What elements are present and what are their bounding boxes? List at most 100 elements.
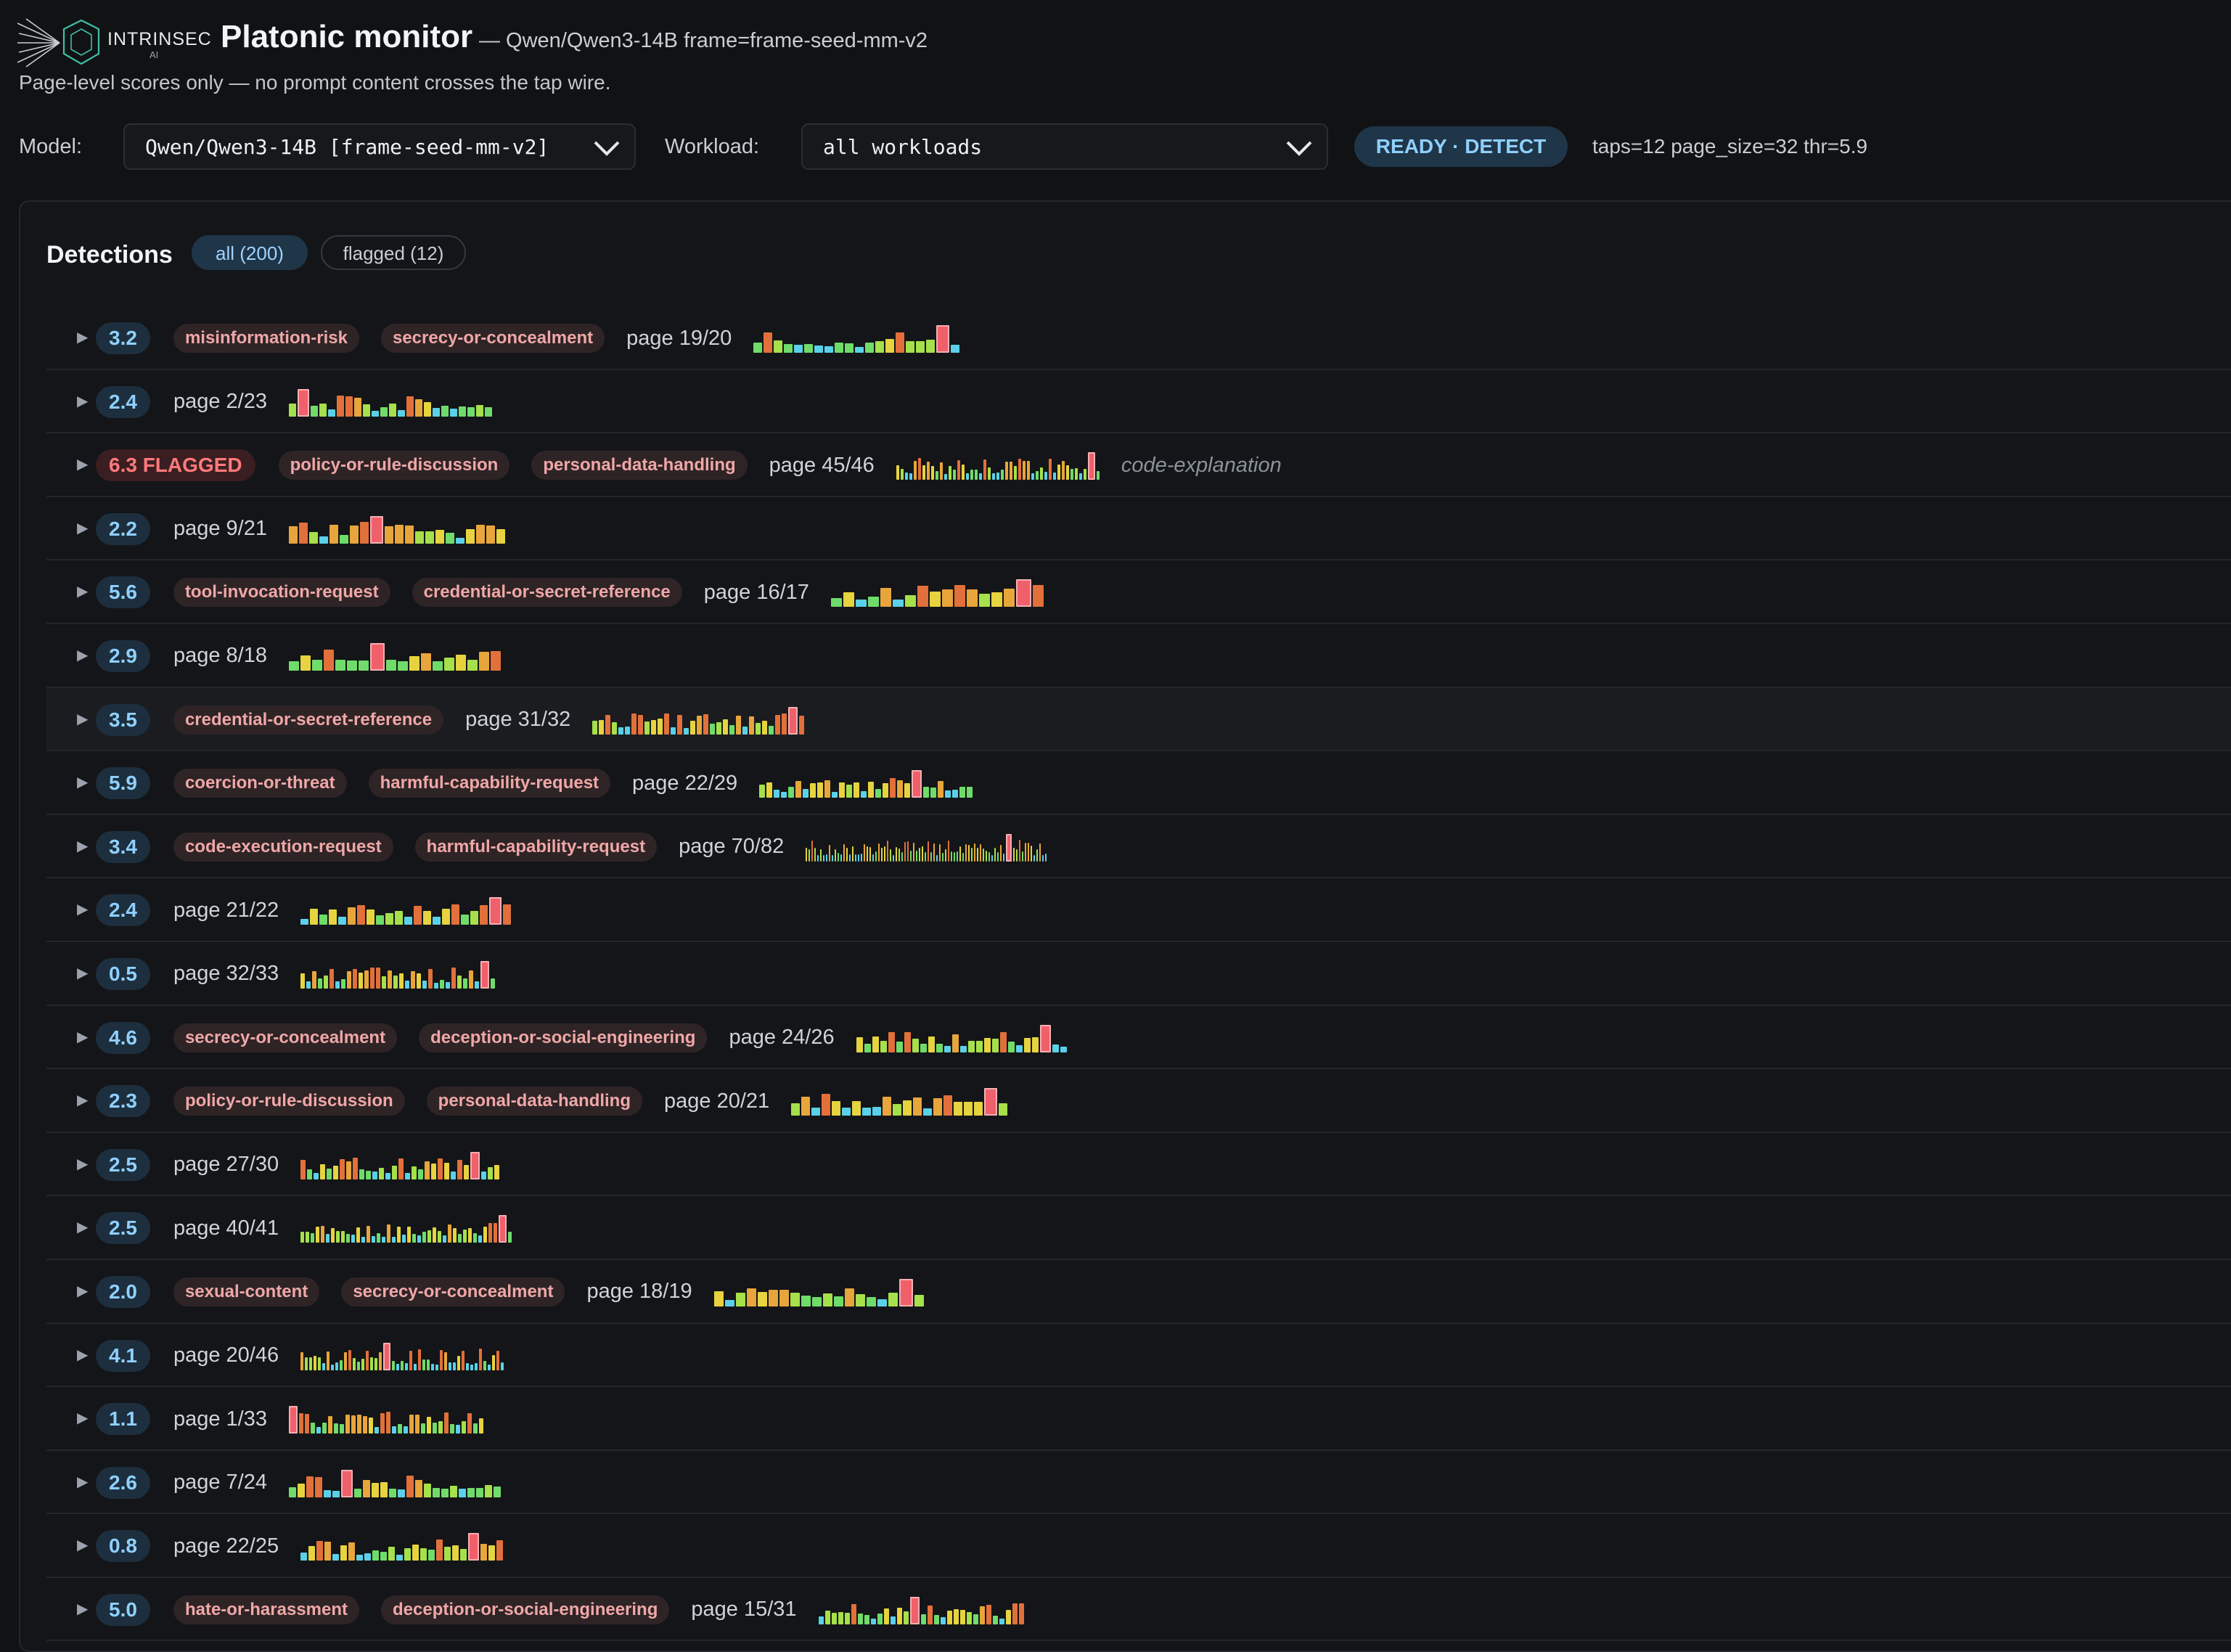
- sparkline-bar: [967, 787, 973, 798]
- filter-all-button[interactable]: all (200): [192, 235, 308, 270]
- sparkline-bar: [458, 406, 466, 417]
- detection-row[interactable]: ▶ 3.2 misinformation-risk secrecy-or-concea…: [46, 306, 2231, 370]
- score-badge: 1.1: [96, 1403, 150, 1436]
- sparkline-bar: [480, 960, 490, 989]
- expand-caret-icon[interactable]: ▶: [77, 1282, 88, 1299]
- detection-row[interactable]: ▶ 4.1 page 20/46: [46, 1324, 2231, 1388]
- sparkline-bar: [397, 409, 405, 417]
- sparkline-bar: [922, 465, 925, 481]
- detection-row[interactable]: ▶ 2.9 page 8/18: [46, 624, 2231, 688]
- detection-row[interactable]: ▶ 2.6 page 7/24: [46, 1451, 2231, 1515]
- expand-caret-icon[interactable]: ▶: [77, 1218, 88, 1235]
- detection-row[interactable]: ▶ 3.4 code-execution-request harmful-capabi…: [46, 815, 2231, 879]
- sparkline-bar: [1039, 1024, 1051, 1052]
- sparkline-bar: [1018, 459, 1021, 481]
- expand-caret-icon[interactable]: ▶: [77, 837, 88, 854]
- expand-caret-icon[interactable]: ▶: [77, 392, 88, 409]
- sparkline-bar: [453, 1228, 457, 1243]
- category-tag: personal-data-handling: [426, 1087, 643, 1116]
- expand-caret-icon[interactable]: ▶: [77, 1600, 88, 1617]
- sparkline-bar: [671, 727, 676, 735]
- sparkline-bar: [822, 1293, 832, 1307]
- detection-row[interactable]: ▶ 2.2 page 9/21: [46, 497, 2231, 561]
- detection-row[interactable]: ▶ 5.6 tool-invocation-request credential-or…: [46, 560, 2231, 624]
- detection-row[interactable]: ▶ 5.9 coercion-or-threat harmful-capability…: [46, 751, 2231, 815]
- sparkline-bar: [449, 1362, 452, 1370]
- sparkline-bar: [1031, 845, 1033, 862]
- category-tag: harmful-capability-request: [414, 832, 658, 862]
- expand-caret-icon[interactable]: ▶: [77, 1409, 88, 1426]
- detection-row[interactable]: ▶ 2.3 policy-or-rule-discussion personal-da…: [46, 1069, 2231, 1133]
- detection-row[interactable]: ▶ 2.4 page 2/23: [46, 370, 2231, 434]
- expand-caret-icon[interactable]: ▶: [77, 328, 88, 345]
- sparkline-bar: [965, 843, 967, 862]
- expand-caret-icon[interactable]: ▶: [77, 1155, 88, 1172]
- detection-row[interactable]: ▶ 3.5 credential-or-secret-reference page 3…: [46, 687, 2231, 752]
- sparkline-bar: [412, 1234, 417, 1243]
- sparkline-bar: [939, 843, 941, 862]
- sparkline-bar: [392, 1237, 396, 1243]
- sparkline-bar: [318, 1357, 322, 1370]
- sparkline-bar: [348, 907, 356, 925]
- expand-caret-icon[interactable]: ▶: [77, 1346, 88, 1363]
- expand-caret-icon[interactable]: ▶: [77, 710, 88, 727]
- sparkline-bar: [814, 345, 824, 353]
- detection-row[interactable]: ▶ 4.6 secrecy-or-concealment deception-or-s…: [46, 1006, 2231, 1070]
- expand-caret-icon[interactable]: ▶: [77, 1536, 88, 1553]
- detection-row-content: 2.5 page 27/30: [96, 1148, 521, 1181]
- sparkline-bar: [804, 344, 814, 353]
- sparkline-bar: [864, 1614, 869, 1624]
- detection-row[interactable]: ▶ 2.5 page 40/41: [46, 1196, 2231, 1260]
- sparkline-bar: [897, 780, 904, 798]
- sparkline-bar: [405, 1172, 411, 1179]
- expand-caret-icon[interactable]: ▶: [77, 646, 88, 663]
- detection-row[interactable]: ▶ 1.1 page 1/33: [46, 1387, 2231, 1451]
- sparkline-bar: [308, 1546, 316, 1561]
- detection-row[interactable]: ▶ 5.0 hate-or-harassment deception-or-socia…: [46, 1578, 2231, 1642]
- sparkline-bar: [339, 1424, 344, 1434]
- expand-caret-icon[interactable]: ▶: [77, 1473, 88, 1490]
- sparkline-bar: [729, 724, 735, 735]
- expand-caret-icon[interactable]: ▶: [77, 1028, 88, 1045]
- sparkline-bar: [983, 848, 985, 862]
- sparkline-bar: [436, 1539, 443, 1561]
- sparkline-bar: [475, 1362, 478, 1370]
- expand-caret-icon[interactable]: ▶: [77, 582, 88, 600]
- sparkline-bar: [809, 849, 811, 862]
- expand-caret-icon[interactable]: ▶: [77, 900, 88, 917]
- sparkline-bar: [314, 1355, 317, 1370]
- page-indicator: page 20/46: [173, 1344, 279, 1367]
- detection-row[interactable]: ▶ 2.4 page 21/22: [46, 878, 2231, 942]
- workload-select[interactable]: all workloads: [801, 123, 1328, 170]
- detection-row-content: 2.3 policy-or-rule-discussion personal-dat…: [96, 1085, 1029, 1118]
- detection-row[interactable]: ▶ 2.5 page 27/30: [46, 1133, 2231, 1197]
- sparkline-bar: [445, 532, 454, 544]
- sparkline-bar: [810, 783, 816, 798]
- model-select[interactable]: Qwen/Qwen3-14B [frame-seed-mm-v2]: [123, 123, 636, 170]
- sparkline-bar: [1022, 461, 1026, 481]
- sparkline-bar: [764, 332, 773, 353]
- sparkline-bar: [423, 1483, 431, 1497]
- filter-flagged-button[interactable]: flagged (12): [321, 235, 466, 270]
- detection-row[interactable]: ▶ 0.8 page 22/25: [46, 1514, 2231, 1578]
- detection-row[interactable]: ▶ 0.5 page 32/33: [46, 942, 2231, 1006]
- expand-caret-icon[interactable]: ▶: [77, 964, 88, 981]
- expand-caret-icon[interactable]: ▶: [77, 773, 88, 790]
- sparkline-bar: [329, 524, 338, 544]
- expand-caret-icon[interactable]: ▶: [77, 1091, 88, 1108]
- sparkline-bar: [991, 473, 995, 481]
- sparkline-bar: [917, 458, 921, 481]
- sparkline-bar: [340, 1545, 348, 1561]
- expand-caret-icon[interactable]: ▶: [77, 455, 88, 473]
- sparkline-bar: [964, 1102, 973, 1116]
- sparkline-bar: [484, 406, 492, 417]
- sparkline-bar: [467, 406, 475, 417]
- sparkline-bar: [380, 1413, 385, 1434]
- expand-caret-icon[interactable]: ▶: [77, 519, 88, 536]
- detection-row[interactable]: ▶ 6.3 FLAGGED policy-or-rule-discussion per…: [46, 433, 2231, 497]
- page-indicator: page 2/23: [173, 390, 267, 414]
- detection-row[interactable]: ▶ 2.0 sexual-content secrecy-or-concealment…: [46, 1260, 2231, 1324]
- sparkline-bar: [811, 1108, 821, 1116]
- sparkline-bar: [319, 536, 328, 544]
- sparkline-bar: [980, 843, 982, 862]
